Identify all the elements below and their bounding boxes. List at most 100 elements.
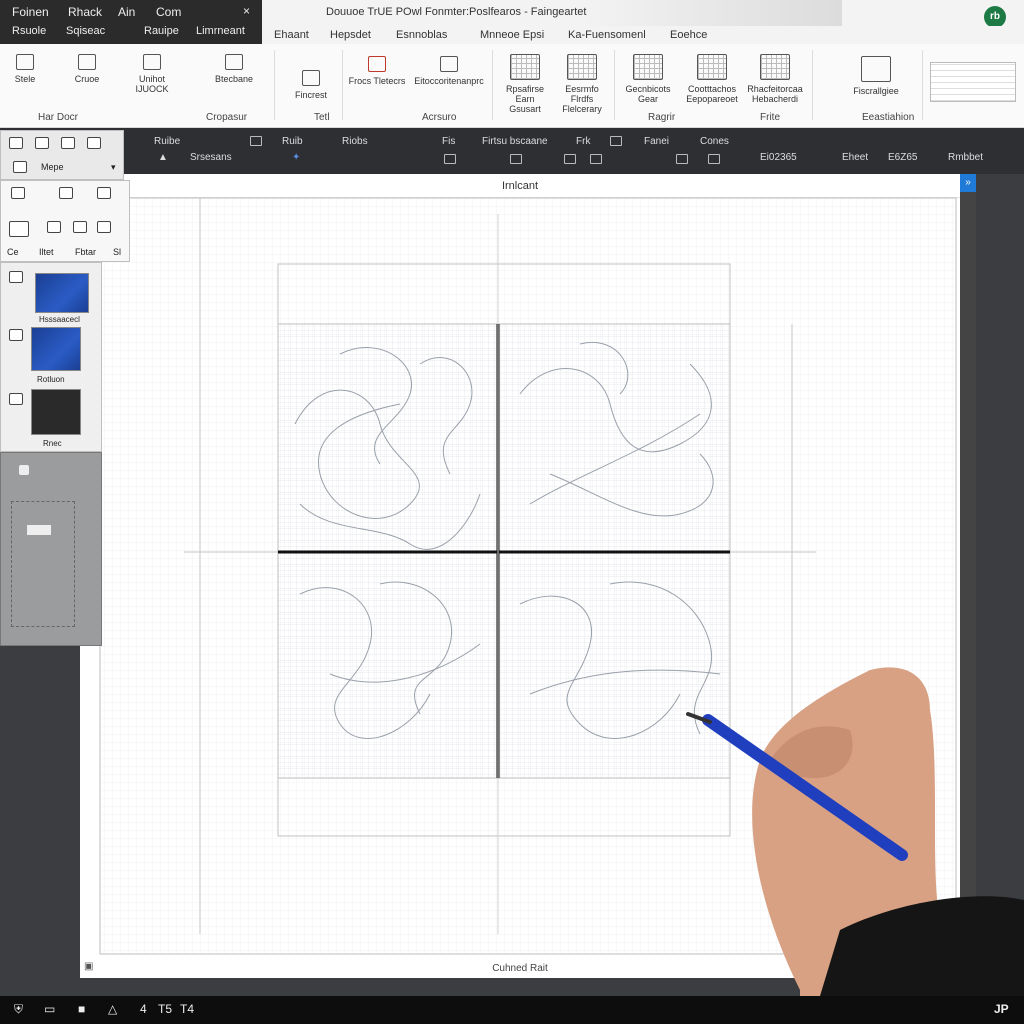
tab-esnnoblas[interactable]: Esnnoblas <box>396 29 447 41</box>
menu-item-com[interactable]: Com <box>156 5 181 19</box>
menu-item-sqiseac[interactable]: Sqiseac <box>66 25 105 37</box>
shape-icon <box>440 56 458 72</box>
window-titlebar: Douuoe TrUE POwl Fonmter:Poslfearos - Fa… <box>262 0 1024 44</box>
ribbon-tabs: Ehaant Hepsdet Esnnoblas Mnneoe Epsi Ka-… <box>262 26 1024 46</box>
tab-ka-fuensomenl[interactable]: Ka-Fuensomenl <box>568 29 646 41</box>
ribbon-button-eesrmfo-flrdfs[interactable]: Eesrmfo Flrdfs Flelcerary <box>556 54 608 114</box>
menu-item-foinen[interactable]: Foinen <box>12 5 49 19</box>
toolbar-item-fanei[interactable]: Fanei <box>644 136 669 147</box>
toolbar-item-fis[interactable]: Fis <box>442 136 455 147</box>
toolbar-item-rmbbet[interactable]: Rmbbet <box>948 152 983 163</box>
menu-item-rauipe[interactable]: Rauipe <box>144 25 179 37</box>
close-icon[interactable]: × <box>243 4 250 18</box>
toolbar-icon-7[interactable] <box>676 154 688 164</box>
toolbar-item-firtsu-bscaane[interactable]: Firtsu bscaane <box>482 136 548 147</box>
toolbar-icon-1[interactable] <box>250 136 262 146</box>
ribbon-separator <box>922 50 923 120</box>
chevron-down-icon[interactable]: ▾ <box>111 162 116 173</box>
map-icon[interactable] <box>13 161 27 173</box>
settings-icon[interactable] <box>47 221 61 233</box>
share-icon[interactable] <box>97 187 111 199</box>
hand-with-pen <box>686 667 1024 996</box>
toolbar-icon-6[interactable] <box>590 154 602 164</box>
tab-mnneoe-epsi[interactable]: Mnneoe Epsi <box>480 29 544 41</box>
taskbar-corner-label[interactable]: JP <box>994 1002 1009 1016</box>
layer-icon[interactable] <box>9 271 23 283</box>
ribbon-label: Cruoe <box>74 74 100 84</box>
menu-icon[interactable] <box>87 137 101 149</box>
people-icon[interactable] <box>59 187 73 199</box>
toolbar-item-eheet[interactable]: Eheet <box>842 152 868 163</box>
toolbar-coord-x: Ei02365 <box>760 152 797 163</box>
layer-thumbnail-2[interactable] <box>31 327 81 371</box>
toolbar-icon-8[interactable] <box>708 154 720 164</box>
shield-icon[interactable]: ⛨ <box>14 1002 23 1017</box>
tool-icon[interactable] <box>9 393 23 405</box>
menu-item-ain[interactable]: Ain <box>118 5 135 19</box>
canvas-corner-icon[interactable]: ▣ <box>84 961 93 972</box>
toolbar-item-frk[interactable]: Frk <box>576 136 590 147</box>
toolbar-item-riobs[interactable]: Riobs <box>342 136 368 147</box>
ribbon-label: Fiscrallgiee <box>853 86 899 96</box>
tab-eoehce[interactable]: Eoehce <box>670 29 707 41</box>
calendar-icon[interactable] <box>9 221 29 237</box>
ribbon-label: Stele <box>14 74 36 84</box>
toolbar-icon-3[interactable] <box>444 154 456 164</box>
tab-ehaant[interactable]: Ehaant <box>274 29 309 41</box>
bell-icon[interactable]: △ <box>108 1002 117 1016</box>
layer-caption-2: Rotluon <box>37 375 65 384</box>
layer-caption-3: Rnec <box>43 439 62 448</box>
image-icon[interactable] <box>11 187 25 199</box>
gear-icon[interactable] <box>73 221 87 233</box>
ribbon-button-fincrest[interactable]: Fincrest <box>286 70 336 100</box>
toolbar-icon-5[interactable] <box>564 154 576 164</box>
eye-icon[interactable] <box>61 137 75 149</box>
menu-item-rsuole[interactable]: Rsuole <box>12 25 46 37</box>
taskbar-item-t5[interactable]: T5 <box>158 1002 172 1016</box>
layers-panel: Hsssaacecl Rotluon Rnec <box>0 262 102 452</box>
ribbon-button-eitoccoritenanprc[interactable]: Eitoccoritenanprc <box>412 56 486 86</box>
monitor-icon[interactable]: ▭ <box>44 1002 55 1016</box>
scroll-expand-icon[interactable]: » <box>960 174 976 192</box>
toolbar-item-srsesans[interactable]: Srsesans <box>190 152 232 163</box>
lock-icon[interactable] <box>19 465 29 475</box>
ribbon-button-stele[interactable]: Stele <box>10 54 40 84</box>
ribbon-button-rpsafirse-earn[interactable]: Rpsafirse Earn Gsusart <box>498 54 552 114</box>
tab-hepsdet[interactable]: Hepsdet <box>330 29 371 41</box>
toolbar-item-cones[interactable]: Cones <box>700 136 729 147</box>
ribbon-button-fiscrallgiee[interactable]: Fiscrallgiee <box>840 56 912 96</box>
toolbar-icon-2[interactable] <box>610 136 622 146</box>
ribbon-button-frocs-tletecrs[interactable]: Frocs Tletecrs <box>346 56 408 86</box>
ribbon-button-cootttachos[interactable]: Cootttachos Eepopareoet <box>682 54 742 104</box>
toolbar-item-ruibe[interactable]: Ruibe <box>154 136 180 147</box>
pin-icon[interactable]: ✦ <box>292 152 300 163</box>
ribbon-button-gecnbicots-gear[interactable]: Gecnbicots Gear <box>620 54 676 104</box>
taskbar-item-4[interactable]: 4 <box>140 1002 147 1016</box>
group-label-tetl: Tetl <box>314 112 330 123</box>
ribbon-label: Fincrest <box>294 90 327 100</box>
menu-item-rhack[interactable]: Rhack <box>68 5 102 19</box>
ribbon-separator <box>492 50 493 120</box>
tool-icon[interactable] <box>35 137 49 149</box>
btecbane-icon <box>225 54 243 70</box>
ribbon-button-btecbane[interactable]: Btecbane <box>206 54 262 84</box>
ribbon-button-unihot[interactable]: Unihot IJUOCK <box>132 54 172 94</box>
layer-thumbnail-1[interactable] <box>35 273 89 313</box>
toolbar-icon-4[interactable] <box>510 154 522 164</box>
tool-panel-second: Ce Iltet Fbtar Sl <box>0 180 130 262</box>
pen-icon[interactable] <box>97 221 111 233</box>
list-icon <box>567 54 597 80</box>
list-icon[interactable] <box>9 329 23 341</box>
ribbon-button-cruoe[interactable]: Cruoe <box>70 54 104 84</box>
toolbar-item-ruib[interactable]: Ruib <box>282 136 303 147</box>
menu-item-limrneant[interactable]: Limrneant <box>196 25 245 37</box>
layer-thumbnail-3[interactable] <box>31 389 81 435</box>
ribbon-separator <box>614 50 615 120</box>
taskbar-item-t4[interactable]: T4 <box>180 1002 194 1016</box>
preview-box[interactable] <box>930 62 1016 102</box>
square-icon[interactable]: ■ <box>78 1002 85 1016</box>
ribbon-button-rhacfeitorcaa[interactable]: Rhacfeitorcaa Hebacherdi <box>746 54 804 104</box>
cursor-icon[interactable]: ▲ <box>158 152 168 163</box>
cloud-icon[interactable] <box>9 137 23 149</box>
map-select[interactable]: Mepe <box>41 162 64 172</box>
